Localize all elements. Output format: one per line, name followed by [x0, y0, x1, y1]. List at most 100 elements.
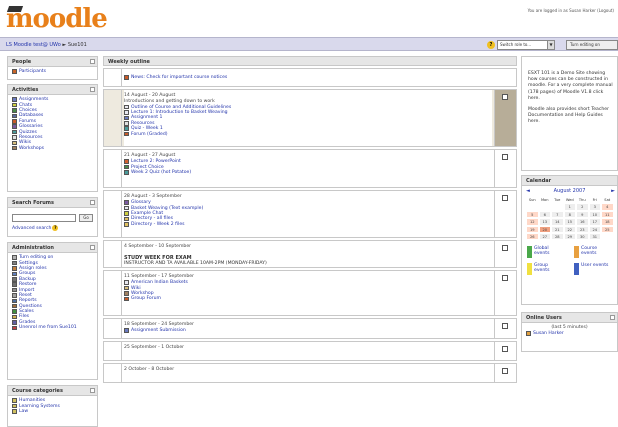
next-month-icon[interactable]: ►: [611, 188, 615, 194]
category-item-label: Learning Systems: [19, 403, 60, 409]
activity-item[interactable]: Workshops: [12, 146, 93, 151]
calendar-day[interactable]: 24: [588, 225, 601, 233]
calendar-legend-item[interactable]: Course events: [574, 246, 611, 259]
show-only-week-icon[interactable]: [502, 275, 508, 281]
calendar-day[interactable]: 6: [538, 210, 551, 219]
section-item[interactable]: Group Forum: [124, 296, 492, 301]
calendar-day[interactable]: 26: [526, 232, 539, 241]
grades-icon: [12, 320, 17, 325]
week-date: 25 September - 1 October: [124, 345, 185, 350]
calendar-day[interactable]: 2: [576, 203, 589, 211]
section-item-label: Resources: [131, 120, 155, 126]
esxt-description[interactable]: ESXT 101 is a Demo Site showing how cour…: [528, 71, 615, 102]
calendar-day[interactable]: 10: [588, 210, 601, 219]
show-only-week-icon[interactable]: [502, 368, 508, 374]
document-icon: [124, 110, 129, 115]
calendar-day[interactable]: 13: [538, 218, 551, 226]
show-only-week-icon[interactable]: [502, 195, 508, 201]
administration-block: Administration Turn editing on Settings As…: [7, 242, 98, 380]
calendar-day[interactable]: 16: [576, 218, 589, 226]
calendar-legend-item[interactable]: Global events: [527, 246, 564, 259]
forum-search-go-button[interactable]: Go: [79, 214, 93, 222]
course-categories-header: Course categories: [8, 386, 97, 396]
user-icon: [526, 331, 531, 336]
hide-block-icon[interactable]: [90, 245, 95, 250]
news-forum-link[interactable]: News: Check for important course notices: [124, 75, 492, 80]
people-block-header: People: [8, 57, 97, 67]
documentation-note[interactable]: Moodle also provides short Teacher Docum…: [528, 107, 615, 126]
calendar-day[interactable]: 21: [551, 225, 564, 233]
activity-item-label: Chats: [19, 102, 33, 108]
calendar-day[interactable]: 8: [563, 210, 576, 219]
calendar-day[interactable]: 30: [576, 232, 589, 241]
hide-block-icon[interactable]: [90, 200, 95, 205]
calendar-legend-item[interactable]: Group events: [527, 263, 564, 276]
calendar-day[interactable]: 25: [601, 225, 614, 233]
switch-role-select[interactable]: Switch role to... ▼: [497, 40, 555, 50]
unenrol-icon: [12, 325, 17, 331]
calendar-month[interactable]: August 2007: [522, 188, 617, 194]
calendar-day[interactable]: 12: [526, 218, 539, 226]
calendar-day[interactable]: 18: [601, 218, 614, 226]
breadcrumb-site[interactable]: LS Moodle test@ UWo: [6, 42, 61, 48]
participants-icon: [12, 69, 17, 74]
calendar-day[interactable]: 9: [576, 210, 589, 219]
calendar-day[interactable]: 3: [588, 203, 601, 211]
forum-search-input[interactable]: [12, 214, 76, 222]
hide-block-icon[interactable]: [90, 87, 95, 92]
moodle-logo[interactable]: moodle: [6, 4, 108, 34]
calendar-day[interactable]: 22: [563, 225, 576, 233]
section-item[interactable]: Week 2 Quiz (hot Potatoe): [124, 170, 492, 175]
choice-icon: [124, 164, 129, 170]
show-only-week-icon[interactable]: [502, 323, 508, 329]
help-icon[interactable]: ?: [52, 225, 59, 231]
calendar-legend-item[interactable]: User events: [574, 263, 611, 276]
legend-label: Global events: [534, 246, 550, 257]
calendar-day[interactable]: 28: [551, 232, 564, 241]
show-only-week-icon[interactable]: [502, 154, 508, 160]
calendar-day[interactable]: 20: [538, 225, 551, 233]
help-icon[interactable]: ?: [487, 41, 495, 49]
section-item[interactable]: Assignment Submission: [124, 328, 492, 333]
show-only-week-icon[interactable]: [502, 94, 508, 100]
calendar-day[interactable]: 7: [551, 210, 564, 219]
show-only-week-icon[interactable]: [502, 346, 508, 352]
calendar-day[interactable]: 17: [588, 218, 601, 226]
calendar-day[interactable]: 11: [601, 210, 614, 219]
online-user[interactable]: Susan Harker: [526, 331, 613, 336]
calendar-day[interactable]: 5: [526, 210, 539, 219]
calendar-day[interactable]: 19: [526, 225, 539, 233]
hide-block-icon[interactable]: [90, 388, 95, 393]
forum-icon: [124, 131, 129, 137]
section-item[interactable]: Directory - Week 2 files: [124, 222, 492, 227]
forum-icon: [12, 119, 17, 124]
people-list: Participants: [8, 67, 97, 76]
section-item[interactable]: Forum (Graded): [124, 131, 492, 137]
people-item[interactable]: Participants: [12, 69, 93, 74]
calendar-day-header: Mon: [538, 196, 551, 204]
login-info[interactable]: You are logged in as Susan Harker (Logou…: [528, 8, 614, 13]
turn-editing-button[interactable]: Turn editing on: [566, 40, 618, 50]
calendar-day[interactable]: 14: [551, 218, 564, 226]
section-item-label: Week 2 Quiz (hot Potatoe): [131, 169, 192, 175]
calendar-day[interactable]: 23: [576, 225, 589, 233]
show-only-week-icon[interactable]: [502, 245, 508, 251]
chat-icon: [12, 102, 17, 108]
database-icon: [12, 113, 17, 119]
calendar-day[interactable]: 15: [563, 218, 576, 226]
hide-block-icon[interactable]: [90, 59, 95, 64]
advanced-search-link[interactable]: Advanced search: [12, 226, 51, 231]
hide-block-icon[interactable]: [610, 315, 615, 320]
section-item-label: Quiz - Week 1: [131, 126, 163, 132]
calendar-day[interactable]: 1: [563, 203, 576, 211]
quiz-icon: [124, 170, 129, 175]
administration-list: Turn editing on Settings Assign roles Group…: [8, 253, 97, 332]
admin-item[interactable]: Unenrol me from Sue101: [12, 325, 93, 330]
calendar-day[interactable]: 27: [538, 232, 551, 241]
assignment-icon: [124, 328, 129, 333]
calendar-day[interactable]: 4: [601, 203, 614, 211]
calendar-day[interactable]: 29: [563, 232, 576, 241]
edit-icon: [12, 255, 17, 260]
calendar-day[interactable]: 31: [588, 232, 601, 241]
category-item[interactable]: Law: [12, 409, 93, 414]
